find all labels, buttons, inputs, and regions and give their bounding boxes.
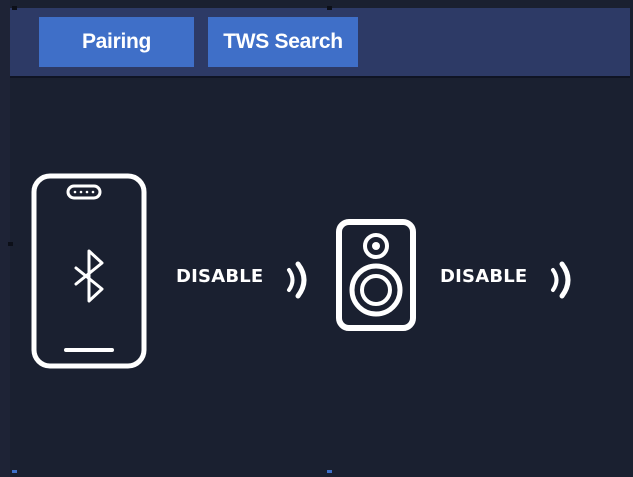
top-bar: Pairing TWS Search [10,8,630,78]
signal-waves-icon [287,261,307,299]
tab-pairing[interactable]: Pairing [39,17,194,67]
edge-marker [8,242,13,246]
phone-bluetooth-icon [31,173,147,369]
tab-tws-search[interactable]: TWS Search [208,17,358,67]
phone-status: DISABLE [176,266,264,287]
speaker-icon [336,219,416,331]
corner-marker [327,6,332,10]
edge-marker [12,470,17,473]
speaker-status: DISABLE [440,266,528,287]
tws-screen: Pairing TWS Search DISABLE DISABLE [0,0,633,477]
edge-marker [327,470,332,473]
left-edge [0,0,10,477]
signal-waves-icon [551,261,571,299]
corner-marker [12,6,17,10]
